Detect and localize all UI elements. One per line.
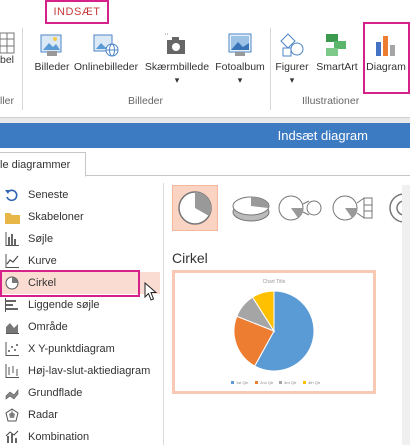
smartart-icon [324,32,350,58]
group-label-partial: ller [0,95,15,107]
legend-swatch [255,381,258,384]
onlinebilleder-label: Onlinebilleder [73,61,139,73]
category-item-aktiediagram[interactable]: Høj-lav-slut-aktiediagram [0,360,160,382]
category-item-seneste[interactable]: Seneste [0,184,160,206]
cirkel-highlight-frame [0,270,140,297]
onlinebilleder-button[interactable]: Onlinebilleder [70,32,142,74]
fotoalbum-label: Fotoalbum [215,61,265,73]
figurer-label: Figurer [275,61,309,73]
category-label: Grundflade [28,387,83,399]
partial-left-button[interactable]: bel [0,32,18,67]
figurer-button[interactable]: Figurer ▾ [272,32,312,87]
legend-swatch [303,381,306,384]
billeder-label: Billeder [34,61,70,73]
category-label: X Y-punktdiagram [28,343,115,355]
table-icon [0,32,16,54]
group-label-billeder: Billeder [128,95,164,107]
group-label-illustrationer: Illustrationer [302,95,360,107]
dialog-title: Indsæt diagram [277,128,368,143]
mouse-pointer-icon [144,281,158,305]
ribbon-separator [270,28,271,110]
recent-icon [4,187,20,203]
category-label: Skabeloner [28,211,84,223]
legend-label: 4th Qtr [308,380,321,385]
category-label: Søjle [28,233,54,245]
chevron-down-icon: ▾ [174,75,180,85]
fotoalbum-button[interactable]: Fotoalbum ▾ [212,32,268,87]
chart-category-list: Seneste Skabeloner Søjle Kurve Cirkel Li… [0,180,160,445]
category-item-radar[interactable]: Radar [0,404,160,426]
pie-2d-icon [178,191,212,225]
screenshot-icon [164,32,190,58]
picture-icon [39,32,65,58]
legend-label: 3rd Qtr [284,380,297,385]
photo-album-icon [227,32,253,58]
category-item-grundflade[interactable]: Grundflade [0,382,160,404]
subtype-heading: Cirkel [172,250,208,266]
category-item-liggende-soejle[interactable]: Liggende søjle [0,294,160,316]
subtype-pie-3d[interactable] [228,185,274,231]
radar-chart-icon [4,407,20,423]
ribbon-separator [22,28,23,110]
chart-preview[interactable]: Chart Title 1st Qtr 2nd Qtr 3rd Qtr 4th Qtr [172,270,376,394]
tab-all-charts[interactable]: le diagrammer [0,152,86,177]
tab-insert[interactable]: INDSÆT [45,0,109,24]
category-item-kurve[interactable]: Kurve [0,250,160,272]
legend-swatch [231,381,234,384]
stock-chart-icon [4,363,20,379]
category-label: Kurve [28,255,57,267]
smartart-label: SmartArt [316,61,358,73]
category-item-xy-punktdiagram[interactable]: X Y-punktdiagram [0,338,160,360]
tab-all-charts-label: le diagrammer [0,158,71,171]
line-chart-icon [4,253,20,269]
billeder-button[interactable]: Billeder [30,32,74,74]
scatter-chart-icon [4,341,20,357]
category-label: Liggende søjle [28,299,100,311]
chart-title: Chart Title [263,279,286,285]
smartart-button[interactable]: SmartArt [313,32,361,74]
surface-chart-icon [4,385,20,401]
category-label: Høj-lav-slut-aktiediagram [28,365,151,377]
pie-of-pie-icon [278,195,322,221]
subtype-pie-of-pie[interactable] [276,185,322,231]
chevron-down-icon: ▾ [289,75,295,85]
legend-swatch [279,381,282,384]
chevron-down-icon: ▾ [237,75,243,85]
bar-chart-icon [4,297,20,313]
category-label: Kombination [28,431,90,443]
dialog-title-bar: Indsæt diagram [0,123,410,148]
combo-chart-icon [4,429,20,445]
pie-3d-icon [232,196,270,222]
ribbon: INDSÆT bel Billeder Onlinebilleder Skærm… [0,0,410,118]
bar-of-pie-icon [332,195,373,221]
online-picture-icon [92,32,120,58]
category-item-omraade[interactable]: Område [0,316,160,338]
subtype-bar-of-pie[interactable] [330,185,376,231]
diagram-highlight-frame [363,22,410,94]
panel-divider [163,183,164,445]
legend-label: 1st Qtr [236,380,249,385]
skaermbillede-button[interactable]: Skærmbillede ▾ [142,32,212,87]
category-item-soejle[interactable]: Søjle [0,228,160,250]
area-chart-icon [4,319,20,335]
skaermbillede-label: Skærmbillede [144,61,210,73]
category-label: Område [28,321,68,333]
folder-icon [4,209,20,225]
shapes-icon [279,32,305,58]
scrollbar[interactable] [402,185,410,445]
legend-label: 2nd Qtr [260,380,274,385]
subtype-pie-2d[interactable] [172,185,218,231]
partial-left-label: bel [0,54,15,66]
column-chart-icon [4,231,20,247]
pie-chart: Chart Title 1st Qtr 2nd Qtr 3rd Qtr 4th Qtr [231,279,321,385]
category-item-skabeloner[interactable]: Skabeloner [0,206,160,228]
category-label: Seneste [28,189,69,201]
category-label: Radar [28,409,58,421]
